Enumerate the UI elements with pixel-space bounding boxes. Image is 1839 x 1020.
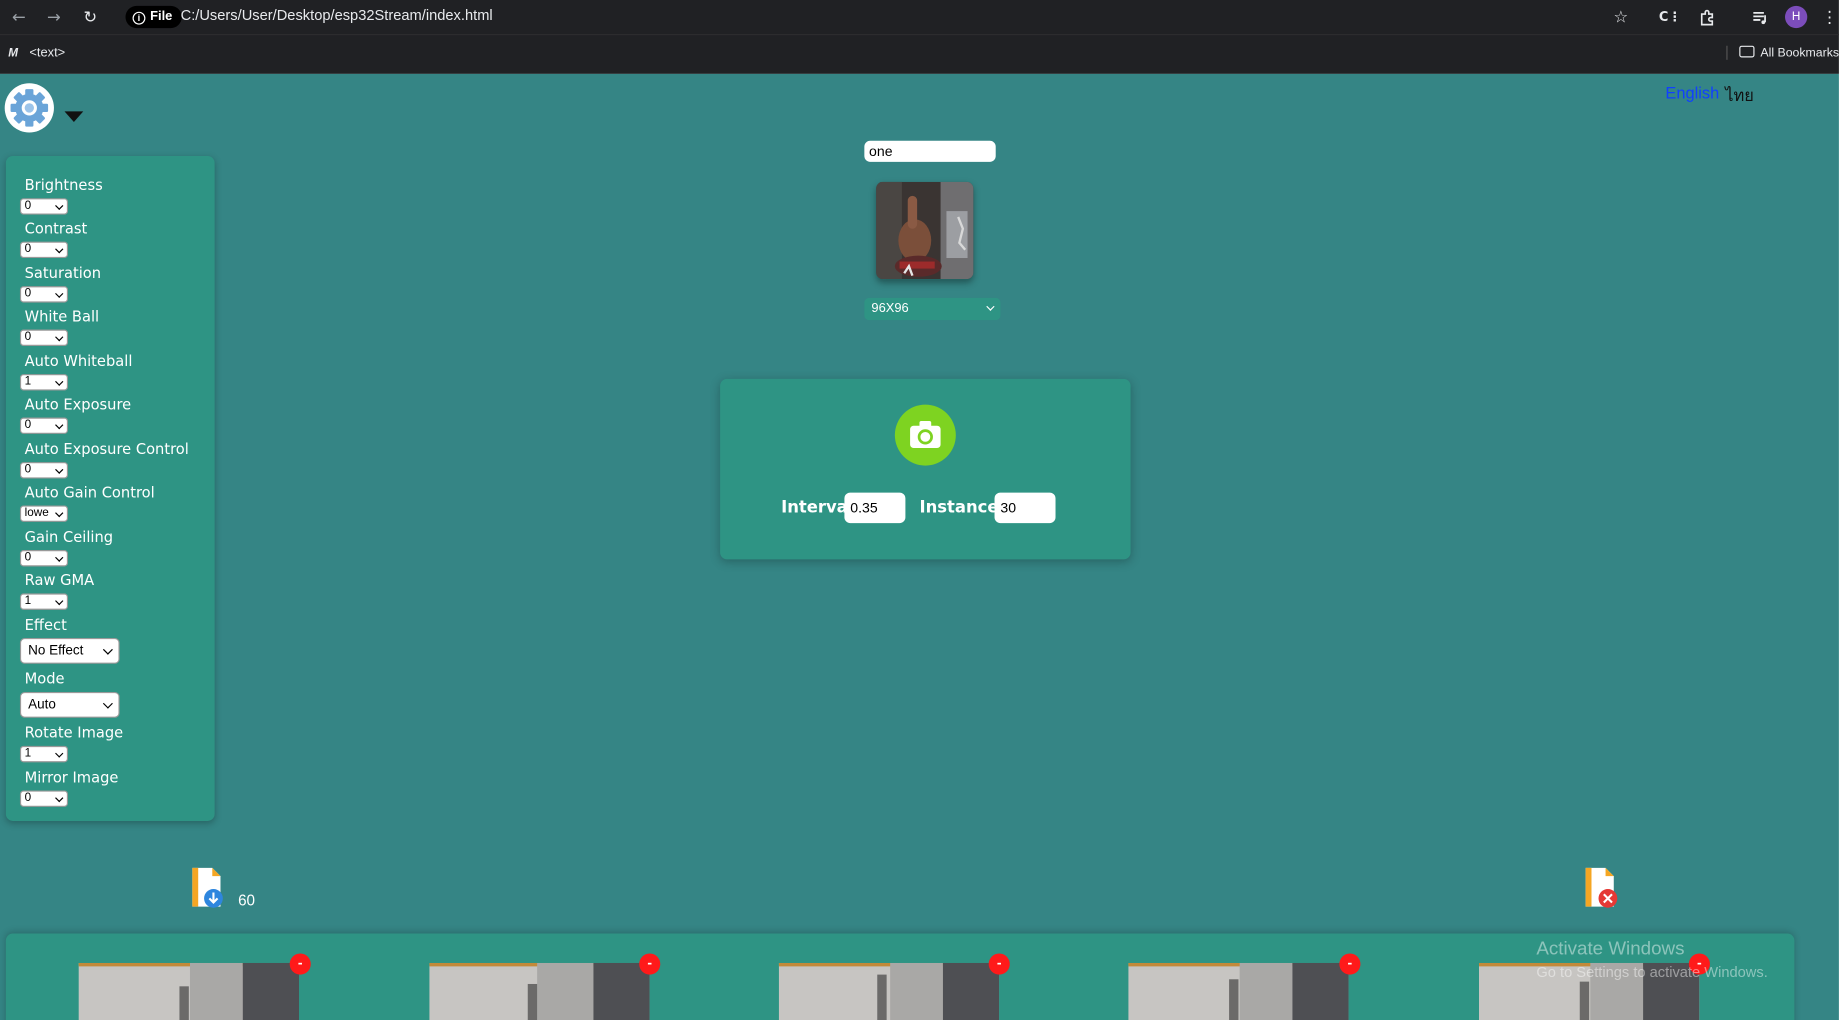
delete-image-button[interactable]: - xyxy=(639,953,661,975)
capture-panel: Interval 0.35 Instances 30 xyxy=(720,378,1131,560)
screen: ← → ↻ i File C:/Users/User/Desktop/esp32S… xyxy=(0,0,1839,1020)
gain-ceiling-select[interactable]: 0 xyxy=(19,550,69,567)
all-bookmarks-button[interactable]: All Bookmarks xyxy=(1726,45,1839,60)
mode-label: Mode xyxy=(24,669,65,688)
rotate-image-label: Rotate Image xyxy=(24,723,124,742)
file-label: File xyxy=(150,9,173,24)
brightness-select[interactable]: 0 xyxy=(19,198,69,215)
camera-settings-panel: Brightness 0 Contrast 0 Saturation 0 Whi… xyxy=(5,155,215,821)
file-download-icon xyxy=(192,867,223,908)
auto-exposure-label: Auto Exposure xyxy=(24,395,132,413)
auto-exposure-control-select[interactable]: 0 xyxy=(19,462,69,479)
menu-dots-icon[interactable]: ⋮ xyxy=(1821,6,1837,29)
browser-toolbar: ← → ↻ i File C:/Users/User/Desktop/esp32S… xyxy=(0,0,1839,35)
mirror-image-select[interactable]: 0 xyxy=(19,790,69,807)
raw-gma-label: Raw GMA xyxy=(24,571,95,589)
media-queue-icon[interactable] xyxy=(1749,6,1772,29)
bookmark-favicon-icon: M xyxy=(8,46,18,60)
gain-ceiling-label: Gain Ceiling xyxy=(24,527,114,546)
white-ball-select[interactable]: 0 xyxy=(19,329,69,346)
bookmark-item[interactable]: M <text> xyxy=(8,46,65,60)
white-ball-label: White Ball xyxy=(24,307,100,325)
all-bookmarks-label: All Bookmarks xyxy=(1760,45,1839,60)
bookmark-label: <text> xyxy=(29,45,66,60)
extensions-icon[interactable] xyxy=(1696,6,1719,29)
reload-icon[interactable]: ↻ xyxy=(79,6,102,29)
auto-whiteball-label: Auto Whiteball xyxy=(24,351,133,370)
auto-exposure-select[interactable]: 0 xyxy=(19,417,69,434)
interval-label: Interval xyxy=(781,498,854,518)
delete-image-button[interactable]: - xyxy=(289,953,311,975)
auto-gain-control-select[interactable]: lowe xyxy=(19,505,69,522)
brightness-label: Brightness xyxy=(24,175,103,194)
activate-windows-title: Activate Windows xyxy=(1536,939,1685,960)
interval-input[interactable]: 0.35 xyxy=(844,492,906,524)
capture-button[interactable] xyxy=(894,404,956,466)
info-icon: i xyxy=(132,11,146,25)
gallery-thumbnail[interactable] xyxy=(429,962,650,1020)
contrast-label: Contrast xyxy=(24,219,88,237)
back-icon[interactable]: ← xyxy=(7,6,30,29)
download-count: 60 xyxy=(238,891,256,909)
forward-icon[interactable]: → xyxy=(42,6,65,29)
captured-images-gallery: - - - - - xyxy=(5,933,1795,1020)
auto-exposure-control-label: Auto Exposure Control xyxy=(24,439,189,458)
mode-select[interactable]: Auto xyxy=(19,691,120,718)
profile-avatar[interactable]: H xyxy=(1785,5,1808,29)
gallery-thumbnail[interactable] xyxy=(1128,962,1349,1020)
download-all-button[interactable] xyxy=(190,867,223,909)
file-delete-icon xyxy=(1585,867,1618,908)
delete-image-button[interactable]: - xyxy=(988,953,1010,975)
page-content: English ไทย Brightness 0 Contrast 0 Satu… xyxy=(0,73,1839,1020)
saturation-select[interactable]: 0 xyxy=(19,286,69,303)
resolution-select[interactable]: 96X96 xyxy=(864,297,1001,321)
gallery-thumbnail[interactable] xyxy=(778,962,1000,1020)
effect-label: Effect xyxy=(24,615,67,634)
gear-icon xyxy=(10,89,49,127)
camera-preview-image xyxy=(876,181,974,280)
address-bar[interactable]: i File C:/Users/User/Desktop/esp32Stream/… xyxy=(121,4,1646,31)
camera-icon xyxy=(910,421,941,449)
saturation-label: Saturation xyxy=(24,263,102,282)
delete-image-button[interactable]: - xyxy=(1339,953,1361,975)
auto-whiteball-select[interactable]: 1 xyxy=(19,374,69,391)
instances-input[interactable]: 30 xyxy=(994,492,1056,524)
reading-mode-icon[interactable]: C⋮ xyxy=(1658,6,1681,29)
camera-name-input[interactable]: one xyxy=(864,140,996,162)
auto-gain-control-label: Auto Gain Control xyxy=(24,483,155,501)
delete-all-button[interactable] xyxy=(1583,867,1618,909)
rotate-image-select[interactable]: 1 xyxy=(19,745,69,763)
mirror-image-label: Mirror Image xyxy=(24,768,119,786)
caret-down-icon[interactable] xyxy=(64,111,84,122)
gallery-thumbnail[interactable] xyxy=(78,962,300,1020)
raw-gma-select[interactable]: 1 xyxy=(19,593,69,610)
viewport: ← → ↻ i File C:/Users/User/Desktop/esp32S… xyxy=(0,0,1839,1020)
site-info-chip[interactable]: i File xyxy=(125,5,182,29)
activate-windows-subtitle: Go to Settings to activate Windows. xyxy=(1536,964,1768,981)
contrast-select[interactable]: 0 xyxy=(19,241,69,259)
bookmarks-bar: M <text> All Bookmarks xyxy=(0,34,1839,74)
language-thai-link[interactable]: ไทย xyxy=(1725,83,1754,109)
language-english-link[interactable]: English xyxy=(1665,83,1719,102)
star-icon[interactable]: ☆ xyxy=(1610,6,1631,29)
folder-icon xyxy=(1739,45,1755,58)
settings-toggle-button[interactable] xyxy=(4,83,54,133)
effect-select[interactable]: No Effect xyxy=(19,638,120,664)
url-text[interactable]: C:/Users/User/Desktop/esp32Stream/index.… xyxy=(181,7,493,23)
